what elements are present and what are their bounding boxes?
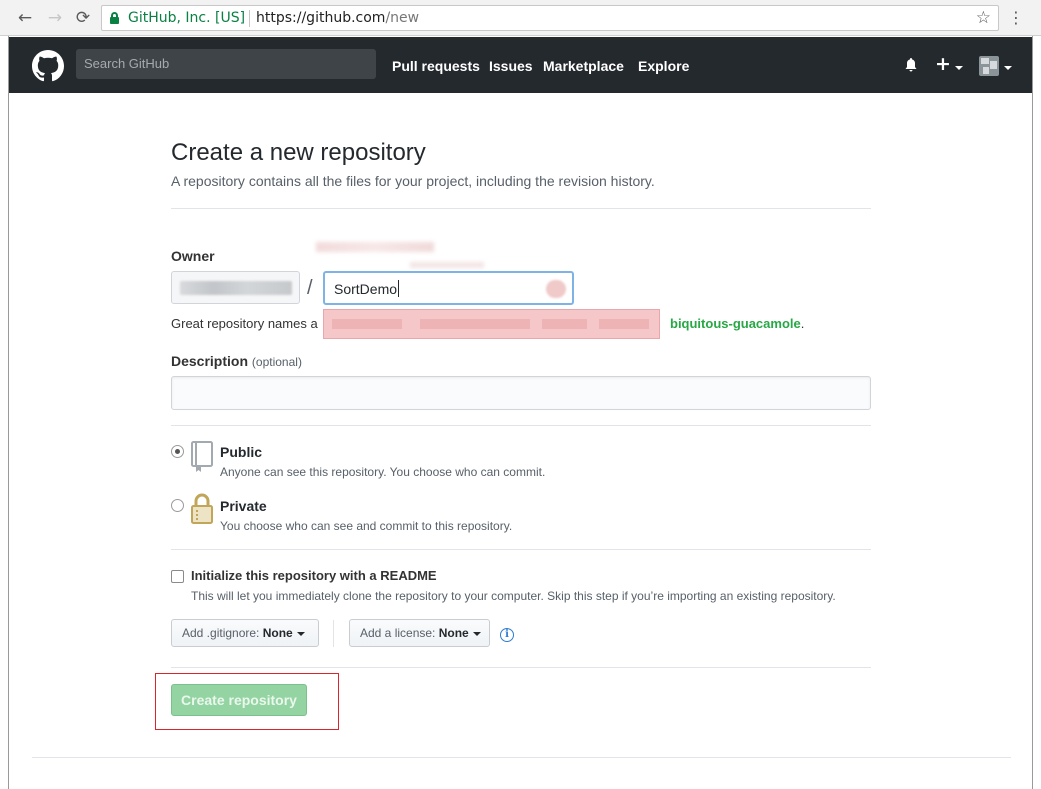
repository-name-value: SortDemo [334,281,398,297]
page-title: Create a new repository [171,139,426,166]
create-repository-button[interactable]: Create repository [171,684,307,716]
secure-lock-icon [110,12,119,24]
search-placeholder: Search GitHub [84,56,170,71]
footer-divider [32,757,1011,758]
description-input[interactable] [171,376,871,410]
lock-icon [191,493,213,524]
search-input[interactable]: Search GitHub [76,49,376,79]
avatar[interactable] [979,56,999,76]
public-title[interactable]: Public [220,444,262,460]
bell-icon[interactable] [905,58,917,72]
create-new-plus-icon[interactable]: + [935,54,951,74]
license-label: Add a license: [360,626,436,640]
public-description: Anyone can see this repository. You choo… [220,465,546,479]
license-dropdown[interactable]: Add a license: None [349,619,490,647]
private-radio[interactable] [171,499,184,512]
redacted-owner [180,281,292,295]
public-radio[interactable] [171,445,184,458]
private-title[interactable]: Private [220,498,267,514]
info-icon[interactable]: i [500,628,514,642]
address-bar[interactable]: GitHub, Inc. [US] https://github.com/new… [101,5,999,31]
avatar-caret-icon[interactable] [1004,66,1012,70]
reload-icon[interactable]: ⟳ [72,7,94,29]
url-base: https://github.com [256,10,386,26]
gitignore-label: Add .gitignore: [182,626,260,640]
nav-marketplace[interactable]: Marketplace [543,58,624,74]
readme-checkbox[interactable] [171,570,184,583]
divider [171,667,871,668]
nav-pull-requests[interactable]: Pull requests [392,58,480,74]
license-value: None [438,626,469,640]
suggested-name-link[interactable]: biquitous-guacamole. [670,316,804,331]
owner-label: Owner [171,248,215,264]
divider [171,549,871,550]
description-label: Description (optional) [171,353,302,369]
repository-name-input[interactable]: SortDemo [323,271,574,305]
address-divider [249,10,250,27]
description-label-text: Description [171,353,249,369]
owner-select[interactable] [171,271,300,304]
divider [171,208,871,209]
private-description: You choose who can see and commit to thi… [220,519,513,533]
github-header: Search GitHub Pull requests Issues Marke… [9,37,1032,93]
nav-explore[interactable]: Explore [638,58,689,74]
repo-book-icon [191,441,213,472]
redacted-status-icon [546,280,566,298]
bookmark-star-icon[interactable]: ☆ [976,8,991,28]
suggested-name[interactable]: biquitous-guacamole [670,316,801,331]
back-icon[interactable]: ← [14,7,36,29]
page-subtitle: A repository contains all the files for … [171,173,655,189]
redacted-region [410,262,484,268]
plus-caret-icon[interactable] [955,66,963,70]
redacted-region [316,242,434,252]
redacted-hint [323,309,660,339]
divider [171,425,871,426]
github-logo-icon[interactable] [32,50,64,82]
readme-label[interactable]: Initialize this repository with a README [191,568,437,583]
text-cursor [398,280,399,297]
chevron-down-icon [296,631,305,636]
forward-icon[interactable]: → [44,7,66,29]
readme-description: This will let you immediately clone the … [191,589,836,603]
url-path: /new [385,10,420,26]
nav-issues[interactable]: Issues [489,58,533,74]
vertical-divider [333,620,334,647]
name-hint-prefix: Great repository names a [171,316,318,331]
chevron-down-icon [472,631,481,636]
site-identity[interactable]: GitHub, Inc. [US] [128,10,245,26]
gitignore-dropdown[interactable]: Add .gitignore: None [171,619,319,647]
optional-tag: (optional) [251,355,302,369]
gitignore-value: None [262,626,293,640]
hint-period: . [800,316,805,331]
browser-menu-icon[interactable]: ⋮ [1008,7,1024,29]
browser-toolbar: ← → ⟳ GitHub, Inc. [US] https://github.c… [0,0,1041,36]
url-text[interactable]: https://github.com/new [256,10,419,26]
owner-repo-separator: / [307,277,313,299]
